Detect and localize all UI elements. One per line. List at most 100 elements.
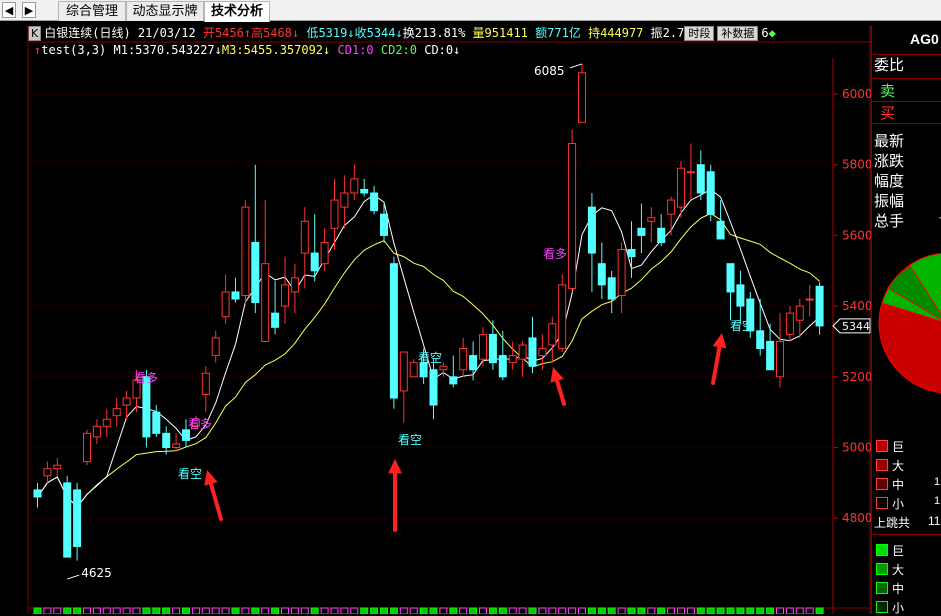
- gap-up-label: 上跳共: [874, 516, 911, 530]
- kline-chart[interactable]: 60005800560054005200500048005344 看多看空看多看…: [0, 0, 941, 614]
- volume-bar: [172, 607, 181, 614]
- volume-bar: [320, 607, 329, 614]
- volume-bar: [191, 607, 200, 614]
- candle-up: [221, 291, 230, 318]
- ma1-layer: [37, 188, 820, 508]
- candle-down: [380, 213, 388, 236]
- amplitude-label: 振幅: [874, 192, 905, 210]
- total-volume-label: 总手: [874, 212, 905, 230]
- min-price-label: 4625: [81, 566, 112, 580]
- candle-up: [795, 305, 804, 321]
- volume-bar: [667, 607, 676, 614]
- legend-red-large-label: 大: [892, 459, 905, 473]
- candle-down: [528, 337, 537, 367]
- candle-up: [667, 199, 676, 215]
- price-tick-label: 5600: [842, 228, 873, 242]
- candle-up: [201, 372, 210, 395]
- signal-short-label: 看空: [398, 433, 422, 447]
- candle-down: [756, 330, 765, 350]
- volume-bar: [241, 607, 250, 614]
- candle-up: [479, 333, 487, 360]
- volume-bar: [370, 607, 379, 614]
- volume-bar: [271, 607, 280, 614]
- volume-bar: [607, 607, 616, 614]
- min-price-leader: [67, 574, 80, 580]
- sell-row: 卖: [872, 78, 941, 102]
- candle-up: [102, 418, 111, 427]
- candle-down: [152, 411, 161, 434]
- contract-code: AG0: [910, 31, 939, 47]
- candle-down: [182, 429, 190, 441]
- candle-down: [706, 171, 715, 215]
- candle-up: [112, 408, 121, 417]
- legend-green-medium-swatch: [876, 582, 888, 594]
- candle-up: [211, 337, 220, 357]
- candle-up: [281, 284, 289, 307]
- legend-green-large-swatch: [876, 563, 888, 575]
- candle-up: [508, 355, 517, 364]
- volume-bar: [498, 607, 507, 614]
- buy-row: 买: [872, 101, 941, 124]
- buy-label: 买: [880, 104, 896, 122]
- signal-long-label: 看多: [134, 371, 158, 385]
- volume-bar: [548, 607, 557, 614]
- volume-bar: [587, 607, 596, 614]
- candle-down: [488, 333, 497, 364]
- volume-bar: [53, 607, 62, 614]
- annotation-arrow-shaft: [207, 477, 223, 521]
- volume-bar: [330, 607, 339, 614]
- volume-bar: [479, 607, 487, 614]
- volume-bar: [152, 607, 161, 614]
- candle-down: [33, 489, 42, 498]
- volume-bar: [558, 607, 567, 614]
- volume-bar: [429, 607, 438, 614]
- volume-bar: [627, 607, 636, 614]
- legend-green-large-label: 大: [892, 563, 905, 577]
- volume-bar: [756, 607, 765, 614]
- volume-bar: [182, 607, 190, 614]
- volume-bar: [776, 607, 784, 614]
- signal-short-label: 看空: [178, 467, 202, 481]
- price-tick-label: 5800: [842, 158, 873, 172]
- ma1-line: [37, 188, 820, 508]
- candle-up: [83, 432, 91, 463]
- legend-medium-value: 1: [934, 476, 941, 488]
- legend-green-small-swatch: [876, 601, 888, 613]
- volume-bar: [380, 607, 388, 614]
- legend-red-huge-label: 巨: [892, 440, 905, 454]
- candle-up: [578, 72, 586, 123]
- volume-bar: [251, 607, 260, 614]
- legend-red-medium-label: 中: [892, 478, 905, 492]
- candle-down: [142, 376, 151, 438]
- candle-up: [320, 241, 329, 265]
- volume-bar: [300, 607, 309, 614]
- volume-bar: [221, 607, 230, 614]
- price-tick-label: 5200: [842, 370, 873, 384]
- volume-bar: [142, 607, 151, 614]
- volume-bar: [360, 607, 369, 614]
- candle-up: [459, 348, 468, 371]
- quote-side-panel: AG0 委比 卖 买 最新 涨跌 幅度 振幅 总手 · 巨 大 中 小 1 1 …: [871, 26, 941, 615]
- volume-bar: [33, 607, 42, 614]
- legend-green-huge-label: 巨: [892, 544, 905, 558]
- signal-long-label: 看多: [188, 417, 212, 431]
- volume-bar: [568, 607, 577, 614]
- candle-down: [162, 432, 171, 448]
- price-tick-label: 5000: [842, 441, 873, 455]
- max-price-label: 6085: [534, 64, 565, 78]
- signal-long-label: 看多: [543, 247, 567, 261]
- legend-green-huge-swatch: [876, 544, 888, 556]
- candle-down: [637, 227, 646, 236]
- volume-bar: [647, 607, 656, 614]
- volume-bar: [409, 607, 418, 614]
- candle-up: [686, 171, 695, 174]
- volume-bar: [637, 607, 646, 614]
- volume-bar: [449, 607, 458, 614]
- change-pct-label: 幅度: [874, 172, 905, 190]
- volume-bar: [528, 607, 537, 614]
- volume-bar: [389, 607, 398, 614]
- candle-down: [815, 285, 824, 327]
- volume-bar: [597, 607, 606, 614]
- legend-green-small-label: 小: [892, 601, 905, 615]
- volume-bar: [211, 607, 220, 614]
